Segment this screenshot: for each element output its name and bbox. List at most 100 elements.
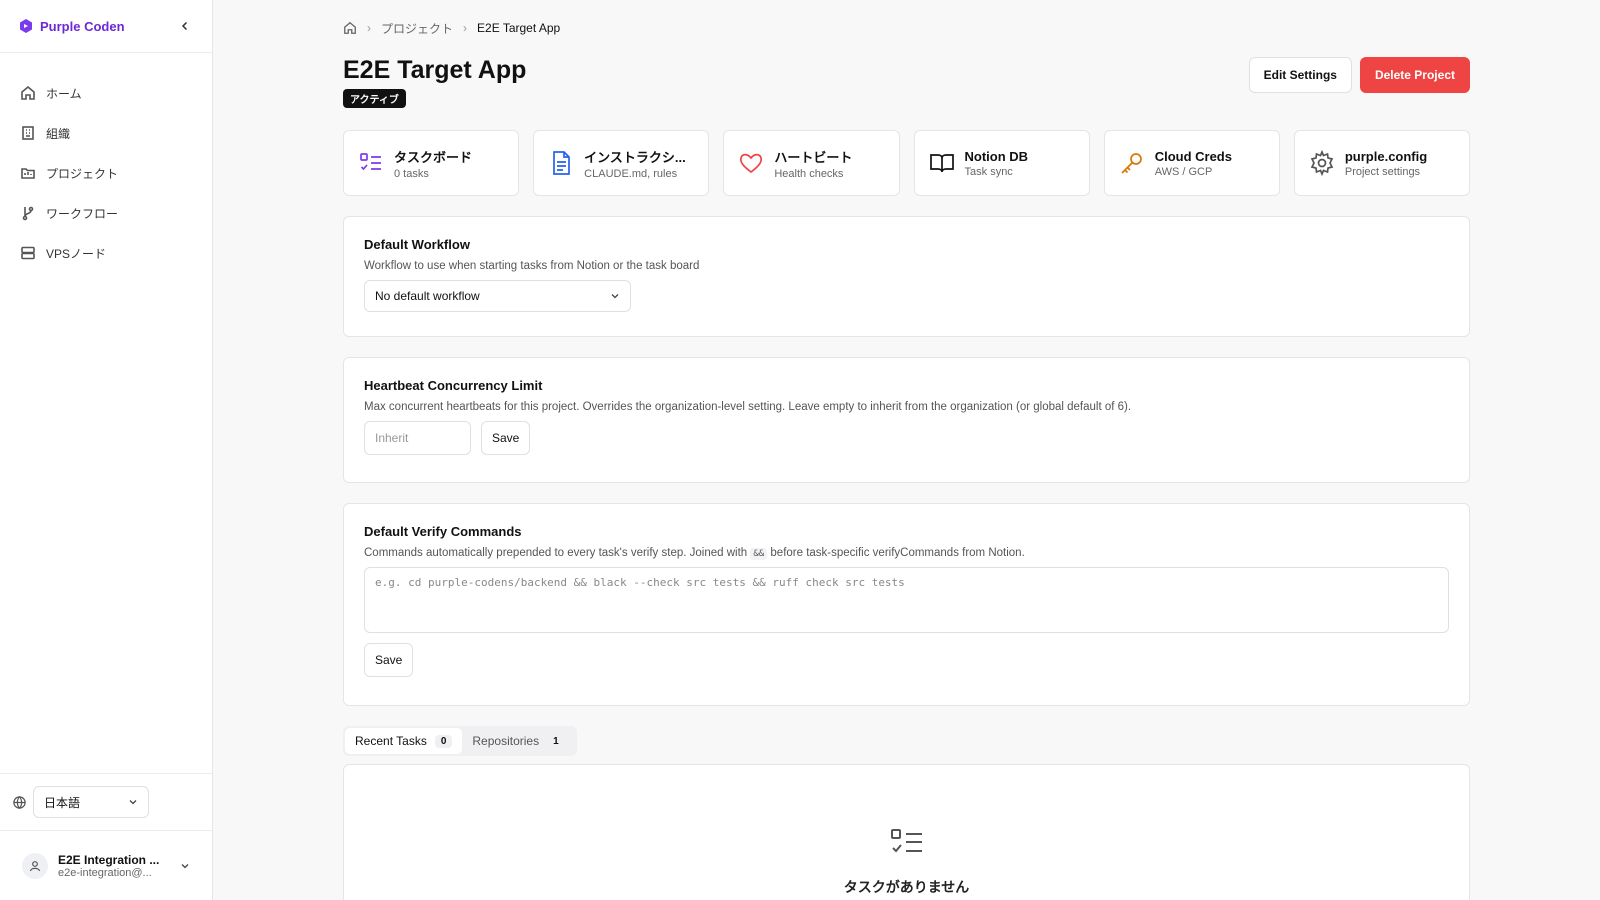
brand-name: Purple Coden <box>40 18 125 34</box>
header-actions: Edit Settings Delete Project <box>1248 57 1470 93</box>
card-notion-db[interactable]: Notion DB Task sync <box>913 130 1090 196</box>
git-branch-icon <box>22 206 34 221</box>
card-task-board[interactable]: タスクボード 0 tasks <box>343 130 520 196</box>
workflow-select[interactable]: No default workflow <box>364 280 631 312</box>
breadcrumb: › プロジェクト › E2E Target App <box>343 0 1470 56</box>
panel-title: Default Workflow <box>364 237 470 252</box>
heart-icon <box>740 153 763 174</box>
server-icon <box>21 246 35 260</box>
empty-message: タスクがありません <box>843 879 970 895</box>
chevron-down-icon <box>129 800 137 805</box>
description-text: Commands automatically prepended to ever… <box>364 547 748 559</box>
chevron-right-icon: › <box>463 21 468 35</box>
card-subtitle: Task sync <box>964 165 1013 178</box>
tab-label: Recent Tasks <box>355 734 427 748</box>
tab-label: Repositories <box>472 734 540 748</box>
card-title: purple.config <box>1344 148 1428 164</box>
sidebar-nav: ホーム 組織 プロジェクト ワークフロー VPSノード <box>0 53 212 293</box>
key-icon <box>1121 153 1142 174</box>
folder-icon <box>21 168 35 179</box>
card-title: タスクボード <box>394 149 473 165</box>
building-icon <box>22 126 34 140</box>
sidebar-item-home[interactable]: ホーム <box>12 73 200 113</box>
gear-icon <box>1310 150 1334 176</box>
sidebar-item-organization[interactable]: 組織 <box>12 113 200 153</box>
chevron-down-icon <box>611 294 619 299</box>
heartbeat-limit-panel: Heartbeat Concurrency Limit Max concurre… <box>343 357 1470 483</box>
tab-count: 1 <box>547 734 565 748</box>
card-subtitle: Health checks <box>774 167 844 180</box>
list-check-icon <box>360 153 381 171</box>
chevron-right-icon: › <box>367 21 371 35</box>
card-cloud-creds[interactable]: Cloud Creds AWS / GCP <box>1103 130 1280 196</box>
home-icon[interactable] <box>343 21 357 35</box>
sidebar-item-workflows[interactable]: ワークフロー <box>12 193 200 233</box>
default-workflow-panel: Default Workflow Workflow to use when st… <box>343 216 1470 337</box>
breadcrumb-current: E2E Target App <box>477 21 561 35</box>
inline-code: && <box>750 548 768 560</box>
chevron-down-icon <box>181 863 189 868</box>
sidebar-item-label: ホーム <box>46 86 82 101</box>
panel-title: Default Verify Commands <box>364 524 522 539</box>
panel-description: Workflow to use when starting tasks from… <box>364 260 700 272</box>
language-select[interactable]: 日本語 <box>33 786 149 818</box>
book-icon <box>929 154 954 173</box>
card-purple-config[interactable]: purple.config Project settings <box>1293 130 1471 196</box>
description-text: before task-specific verifyCommands from… <box>770 547 1025 559</box>
page-title: E2E Target App <box>343 56 527 84</box>
card-subtitle: AWS / GCP <box>1154 165 1213 178</box>
card-subtitle: 0 tasks <box>394 167 429 180</box>
save-heartbeat-button[interactable]: Save <box>481 421 531 455</box>
tab-recent-tasks[interactable]: Recent Tasks 0 <box>345 728 463 754</box>
user-email: e2e-integration@... <box>58 866 152 879</box>
language-area: 日本語 <box>0 773 212 830</box>
concurrency-limit-input[interactable]: Inherit <box>364 421 471 455</box>
card-subtitle: Project settings <box>1344 165 1421 178</box>
globe-icon <box>13 795 26 809</box>
delete-project-button[interactable]: Delete Project <box>1359 57 1470 93</box>
user-menu[interactable]: E2E Integration ... e2e-integration@... <box>0 830 212 900</box>
collapse-sidebar-button[interactable] <box>176 17 194 35</box>
card-heartbeat[interactable]: ハートビート Health checks <box>723 130 900 196</box>
home-icon <box>21 85 35 100</box>
brand-header: Purple Coden <box>0 0 212 53</box>
card-title: Notion DB <box>964 148 1029 164</box>
sidebar-item-label: 組織 <box>46 126 71 141</box>
chevron-left-icon <box>181 21 188 31</box>
sidebar: Purple Coden ホーム 組織 プロジェクト ワークフロー VPSノード… <box>0 0 213 900</box>
sidebar-item-projects[interactable]: プロジェクト <box>12 153 200 193</box>
panel-description: Commands automatically prepended to ever… <box>364 547 1449 560</box>
tab-list: Recent Tasks 0 Repositories 1 <box>343 726 577 756</box>
card-title: Cloud Creds <box>1154 148 1232 164</box>
user-icon <box>29 860 41 871</box>
sidebar-item-label: VPSノード <box>46 246 107 261</box>
card-title: インストラクシ... <box>584 149 686 165</box>
workflow-select-value: No default workflow <box>375 289 480 303</box>
save-verify-button[interactable]: Save <box>364 643 414 677</box>
panel-title: Heartbeat Concurrency Limit <box>364 378 543 393</box>
avatar <box>22 852 48 879</box>
sidebar-item-vps-nodes[interactable]: VPSノード <box>12 233 200 273</box>
card-subtitle: CLAUDE.md, rules <box>584 167 678 180</box>
user-info: E2E Integration ... e2e-integration@... <box>58 853 180 879</box>
tab-repositories[interactable]: Repositories 1 <box>462 728 574 754</box>
edit-settings-button[interactable]: Edit Settings <box>1248 57 1352 93</box>
quick-links: タスクボード 0 tasks インストラクシ... CLAUDE.md, rules… <box>343 130 1471 196</box>
verify-commands-textarea[interactable]: e.g. cd purple-codens/backend && black -… <box>364 567 1449 633</box>
card-instructions[interactable]: インストラクシ... CLAUDE.md, rules <box>533 130 710 196</box>
logo-icon <box>20 19 32 33</box>
breadcrumb-projects[interactable]: プロジェクト <box>381 20 453 37</box>
sidebar-item-label: ワークフロー <box>46 206 119 221</box>
user-name: E2E Integration ... <box>58 852 160 867</box>
project-header: E2E Target App アクティブ Edit Settings Delet… <box>343 56 1470 108</box>
card-title: ハートビート <box>774 149 853 165</box>
tab-count: 0 <box>434 734 453 748</box>
verify-commands-panel: Default Verify Commands Commands automat… <box>343 503 1470 706</box>
document-icon <box>553 151 571 175</box>
panel-description: Max concurrent heartbeats for this proje… <box>364 401 1132 413</box>
sidebar-item-label: プロジェクト <box>46 166 119 181</box>
tasks-empty-state: タスクがありません <box>343 764 1470 900</box>
list-check-icon <box>890 829 922 853</box>
language-value: 日本語 <box>44 795 81 810</box>
status-badge: アクティブ <box>343 89 406 108</box>
